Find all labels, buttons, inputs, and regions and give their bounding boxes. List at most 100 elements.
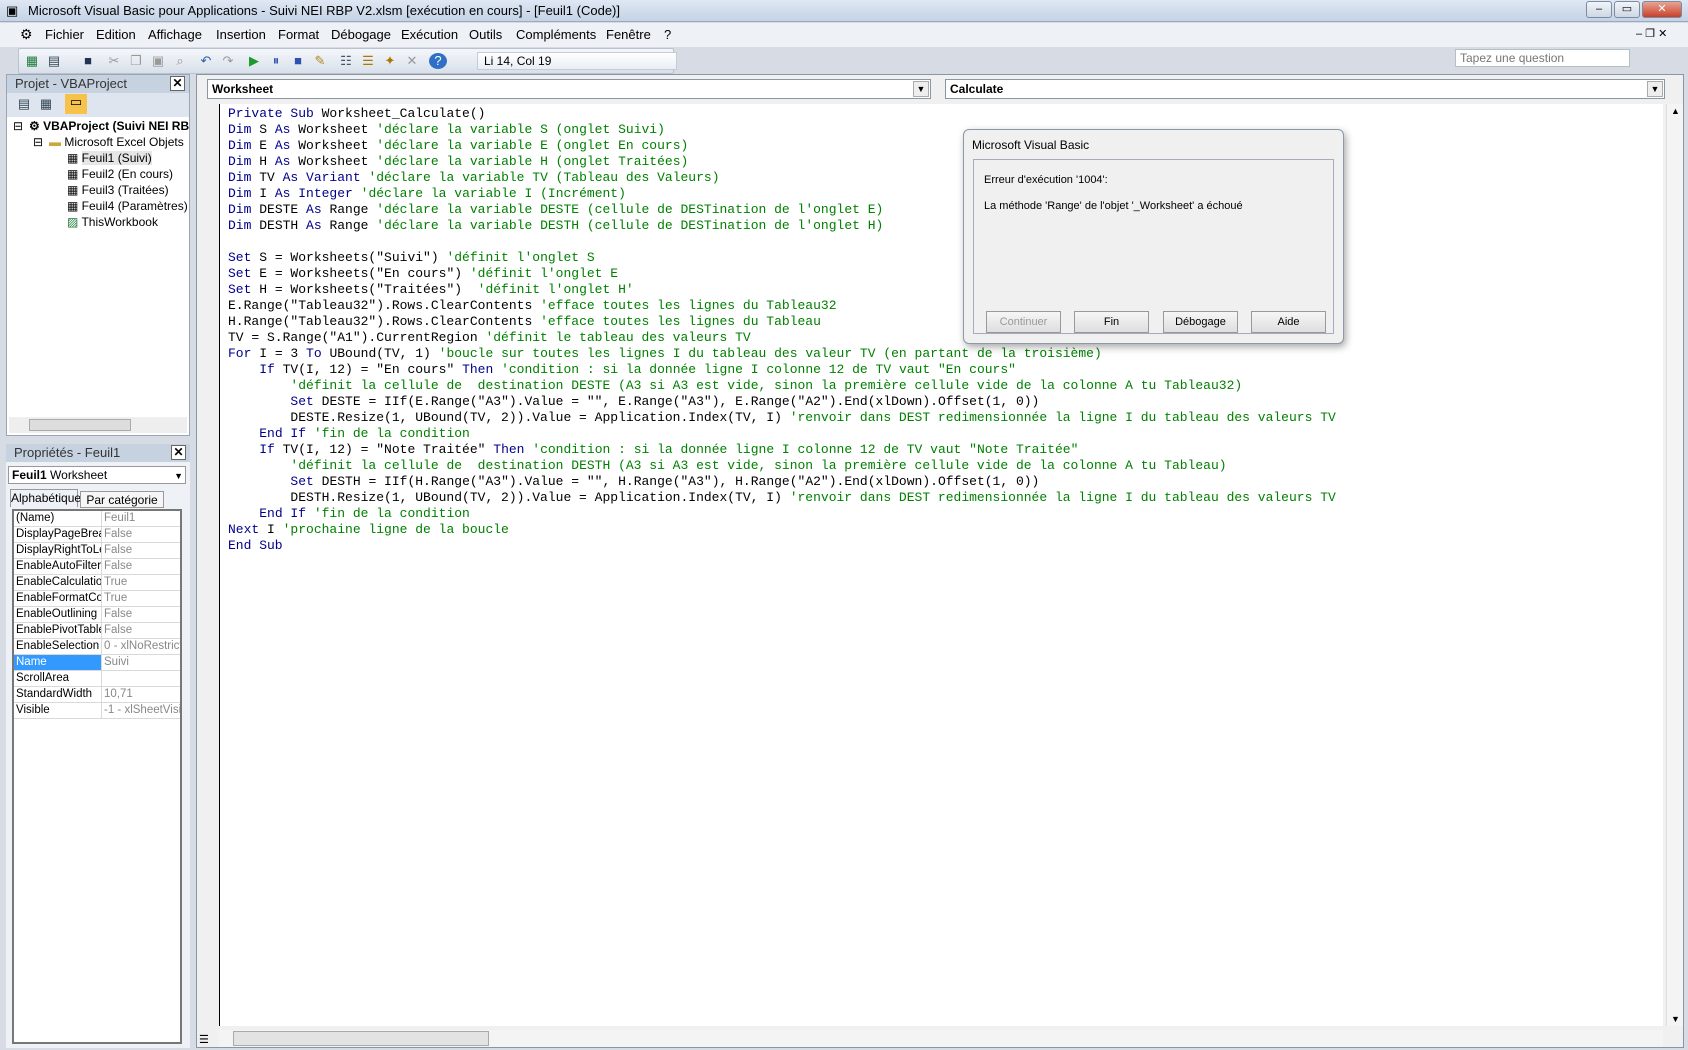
fin-button[interactable]: Fin <box>1074 311 1149 333</box>
property-value[interactable]: False <box>102 527 180 542</box>
property-row[interactable]: Name Suivi <box>14 655 180 671</box>
tree-vbaproject[interactable]: ⚙ VBAProject (Suivi NEI RB <box>29 119 189 133</box>
code-line[interactable]: End If 'fin de la condition <box>228 426 1663 442</box>
object-browser-icon[interactable]: ✦ <box>381 53 399 69</box>
code-line[interactable]: 'définit la cellule de destination DESTH… <box>228 458 1663 474</box>
design-mode-icon[interactable]: ✎ <box>311 53 329 69</box>
scroll-thumb[interactable] <box>29 419 131 431</box>
property-row[interactable]: EnableAutoFilter False <box>14 559 180 575</box>
code-line[interactable]: Next I 'prochaine ligne de la boucle <box>228 522 1663 538</box>
code-line[interactable]: Dim I As Integer 'déclare la variable I … <box>228 186 1663 202</box>
property-value[interactable]: False <box>102 623 180 638</box>
toolbox-icon[interactable]: ✕ <box>403 53 421 69</box>
property-value[interactable]: Feuil1 <box>102 511 180 526</box>
scroll-up-icon[interactable]: ▲ <box>1671 106 1680 116</box>
tree-item-feuil4[interactable]: ▦ Feuil4 (Paramètres) <box>67 199 188 213</box>
tab-par-categorie[interactable]: Par catégorie <box>80 491 164 508</box>
close-project-pane-icon[interactable]: ✕ <box>170 76 185 91</box>
code-line[interactable]: End Sub <box>228 538 1663 554</box>
code-line[interactable]: Set DESTH = IIf(H.Range("A3").Value = ""… <box>228 474 1663 490</box>
debogage-button[interactable]: Débogage <box>1163 311 1238 333</box>
code-line[interactable] <box>228 234 1663 250</box>
property-value[interactable]: True <box>102 591 180 606</box>
tree-item-thisworkbook[interactable]: ▨ ThisWorkbook <box>67 215 158 229</box>
menu-fichier[interactable]: Fichier <box>45 27 84 42</box>
property-row[interactable]: EnableOutlining False <box>14 607 180 623</box>
menu-help[interactable]: ? <box>664 27 671 42</box>
property-value[interactable] <box>102 671 180 686</box>
scroll-thumb[interactable] <box>233 1031 489 1046</box>
code-line[interactable]: TV = S.Range("A1").CurrentRegion 'défini… <box>228 330 1663 346</box>
property-value[interactable]: False <box>102 607 180 622</box>
code-line[interactable]: Dim DESTH As Range 'déclare la variable … <box>228 218 1663 234</box>
project-hscrollbar[interactable] <box>9 417 187 433</box>
code-vscrollbar[interactable]: ▲ ▼ <box>1666 104 1683 1026</box>
menu-fenetre[interactable]: Fenêtre <box>606 27 651 42</box>
reset-icon[interactable]: ■ <box>289 53 307 69</box>
properties-window-icon[interactable]: ☰ <box>359 53 377 69</box>
property-row[interactable]: (Name) Feuil1 <box>14 511 180 527</box>
project-explorer-icon[interactable]: ☷ <box>337 53 355 69</box>
property-value[interactable]: 10,71 <box>102 687 180 702</box>
property-row[interactable]: EnableSelection0 - xlNoRestrictio <box>14 639 180 655</box>
code-line[interactable]: If TV(I, 12) = "Note Traitée" Then 'cond… <box>228 442 1663 458</box>
property-row[interactable]: ScrollArea <box>14 671 180 687</box>
property-value[interactable]: False <box>102 543 180 558</box>
mdi-window-controls[interactable]: – ❐ ✕ <box>1636 27 1667 40</box>
help-icon[interactable]: ? <box>429 53 447 69</box>
property-value[interactable]: -1 - xlSheetVisib <box>102 703 180 718</box>
run-icon[interactable]: ▶ <box>245 53 263 69</box>
toggle-folders-icon[interactable]: ▭ <box>65 94 87 114</box>
redo-icon[interactable]: ↷ <box>219 53 237 69</box>
menu-execution[interactable]: Exécution <box>401 27 458 42</box>
menu-insertion[interactable]: Insertion <box>216 27 266 42</box>
code-line[interactable]: E.Range("Tableau32").Rows.ClearContents … <box>228 298 1663 314</box>
collapse-root-icon[interactable]: ⊟ <box>13 119 23 133</box>
object-selector[interactable]: Feuil1 Worksheet ▼ <box>8 466 186 484</box>
code-line[interactable]: Dim TV As Variant 'déclare la variable T… <box>228 170 1663 186</box>
code-line[interactable]: DESTE.Resize(1, UBound(TV, 2)).Value = A… <box>228 410 1663 426</box>
aide-button[interactable]: Aide <box>1251 311 1326 333</box>
insert-userform-icon[interactable]: ▤ <box>45 53 63 69</box>
maximize-button[interactable]: ▭ <box>1614 1 1640 18</box>
code-line[interactable]: Dim E As Worksheet 'déclare la variable … <box>228 138 1663 154</box>
tree-folder[interactable]: ▬ Microsoft Excel Objets <box>49 135 184 149</box>
code-hscrollbar[interactable] <box>219 1030 1663 1047</box>
property-value[interactable]: Suivi <box>102 655 180 670</box>
code-line[interactable]: Set DESTE = IIf(E.Range("A3").Value = ""… <box>228 394 1663 410</box>
question-input[interactable]: Tapez une question <box>1455 49 1630 67</box>
menu-complements[interactable]: Compléments <box>516 27 596 42</box>
property-value[interactable]: 0 - xlNoRestrictio <box>102 639 180 654</box>
find-icon[interactable]: ⌕ <box>171 53 189 69</box>
pause-icon[interactable]: ⏸ <box>267 53 285 69</box>
tree-item-feuil1[interactable]: ▦ Feuil1 (Suivi) <box>67 151 152 165</box>
procedure-view-icon[interactable]: ☰ <box>199 1033 209 1046</box>
property-value[interactable]: False <box>102 559 180 574</box>
minimize-button[interactable]: – <box>1586 1 1612 18</box>
code-line[interactable]: Dim DESTE As Range 'déclare la variable … <box>228 202 1663 218</box>
menu-debogage[interactable]: Débogage <box>331 27 391 42</box>
paste-icon[interactable]: ▣ <box>149 53 167 69</box>
menu-edition[interactable]: Edition <box>96 27 136 42</box>
code-line[interactable]: 'définit la cellule de destination DESTE… <box>228 378 1663 394</box>
code-line[interactable]: Set S = Worksheets("Suivi") 'définit l'o… <box>228 250 1663 266</box>
excel-view-icon[interactable]: ▦ <box>23 53 41 69</box>
tab-alphabetique[interactable]: Alphabétique <box>10 489 81 507</box>
property-row[interactable]: EnableCalculation True <box>14 575 180 591</box>
property-row[interactable]: EnableFormatCon True <box>14 591 180 607</box>
view-object-icon[interactable]: ▦ <box>37 96 55 112</box>
code-line[interactable]: Set H = Worksheets("Traitées") 'définit … <box>228 282 1663 298</box>
view-code-icon[interactable]: ▤ <box>15 96 33 112</box>
copy-icon[interactable]: ❐ <box>127 53 145 69</box>
close-properties-icon[interactable]: ✕ <box>171 445 186 460</box>
cut-icon[interactable]: ✂ <box>105 53 123 69</box>
code-line[interactable]: If TV(I, 12) = "En cours" Then 'conditio… <box>228 362 1663 378</box>
save-icon[interactable]: ■ <box>79 53 97 69</box>
menu-format[interactable]: Format <box>278 27 319 42</box>
tree-item-feuil3[interactable]: ▦ Feuil3 (Traitées) <box>67 183 169 197</box>
scroll-down-icon[interactable]: ▼ <box>1671 1014 1680 1024</box>
code-line[interactable]: Set E = Worksheets("En cours") 'définit … <box>228 266 1663 282</box>
undo-icon[interactable]: ↶ <box>197 53 215 69</box>
code-line[interactable]: H.Range("Tableau32").Rows.ClearContents … <box>228 314 1663 330</box>
property-value[interactable]: True <box>102 575 180 590</box>
